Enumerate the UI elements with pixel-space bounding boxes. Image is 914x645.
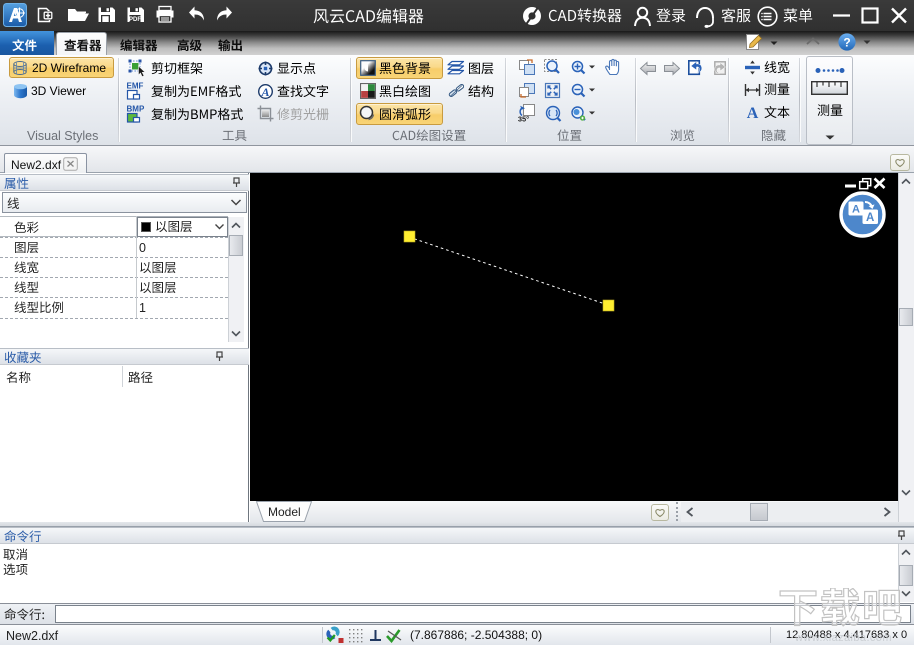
svg-text:A: A (866, 212, 874, 224)
svg-text:A: A (260, 85, 269, 99)
svg-text:35°: 35° (518, 115, 529, 123)
svg-text:EMF: EMF (127, 82, 144, 91)
svg-text:A: A (852, 204, 860, 216)
svg-text:?: ? (843, 35, 850, 49)
svg-text:PDF: PDF (129, 17, 141, 23)
svg-text:BMP: BMP (127, 105, 145, 114)
svg-text:A: A (747, 105, 759, 120)
